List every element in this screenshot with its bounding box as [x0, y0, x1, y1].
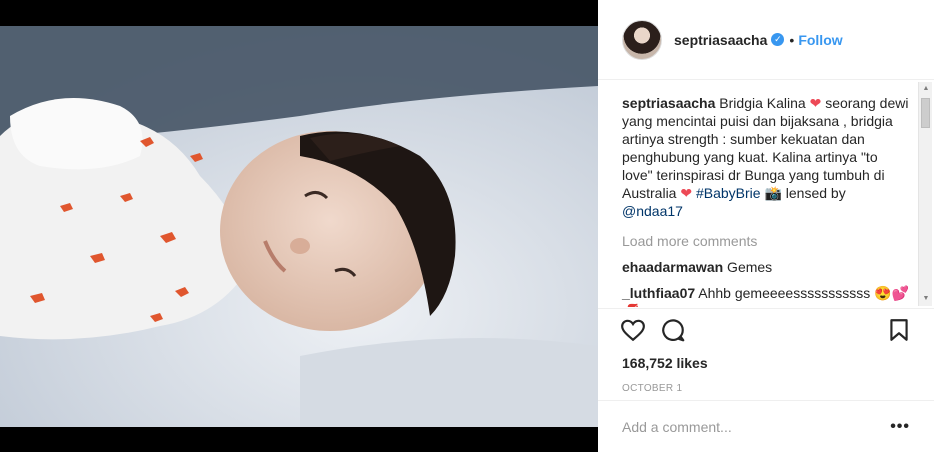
- verified-badge-icon: ✓: [771, 33, 785, 46]
- caption-username[interactable]: septriasaacha: [622, 95, 715, 111]
- scroll-up-arrow-icon[interactable]: ▲: [919, 82, 933, 96]
- like-heart-icon[interactable]: [620, 317, 646, 343]
- caption-text-3: 📸 lensed by: [760, 185, 846, 201]
- caption: septriasaacha Bridgia Kalina ❤ seorang d…: [622, 94, 910, 220]
- add-comment-bar: •••: [598, 400, 934, 452]
- comment-text: Gemes: [723, 259, 773, 275]
- separator-dot: •: [789, 31, 795, 48]
- photo-area: [0, 0, 598, 452]
- comment-username[interactable]: ehaadarmawan: [622, 259, 723, 275]
- likes-count[interactable]: 168,752 likes: [622, 355, 910, 371]
- post-side-panel: septriasaacha ✓ • Follow septriasaacha B…: [598, 0, 934, 452]
- comment-username[interactable]: _luthfiaa07: [622, 285, 695, 301]
- action-icons: [620, 309, 912, 353]
- comment-item: _luthfiaa07 Ahhb gemeeeesssssssssss 😍💕💋: [622, 284, 910, 307]
- load-more-comments-button[interactable]: Load more comments: [622, 232, 910, 250]
- save-bookmark-icon[interactable]: [886, 317, 912, 343]
- heart-emoji-icon-2: ❤: [680, 185, 693, 201]
- heart-emoji-icon: ❤: [809, 95, 822, 111]
- more-options-icon[interactable]: •••: [890, 418, 910, 436]
- caption-text-1: Bridgia Kalina: [715, 95, 810, 111]
- comments-scrollbar[interactable]: ▲ ▼: [918, 82, 932, 306]
- scroll-down-arrow-icon[interactable]: ▼: [919, 292, 933, 306]
- header-username[interactable]: septriasaacha: [674, 32, 767, 48]
- mention-link[interactable]: @ndaa17: [622, 203, 683, 219]
- hashtag-link[interactable]: #BabyBrie: [696, 185, 761, 201]
- comment-bubble-icon[interactable]: [660, 317, 686, 343]
- post-photo[interactable]: [0, 26, 598, 427]
- add-comment-input[interactable]: [622, 418, 891, 435]
- post-header: septriasaacha ✓ • Follow: [598, 0, 934, 80]
- baby-photo-illustration: [0, 26, 598, 427]
- avatar[interactable]: [622, 19, 662, 60]
- follow-button[interactable]: Follow: [798, 32, 842, 48]
- scrollbar-thumb[interactable]: [921, 98, 930, 128]
- post-date[interactable]: OCTOBER 1: [622, 383, 910, 394]
- comment-item: ehaadarmawan Gemes: [622, 258, 910, 276]
- comments-list[interactable]: septriasaacha Bridgia Kalina ❤ seorang d…: [598, 81, 934, 307]
